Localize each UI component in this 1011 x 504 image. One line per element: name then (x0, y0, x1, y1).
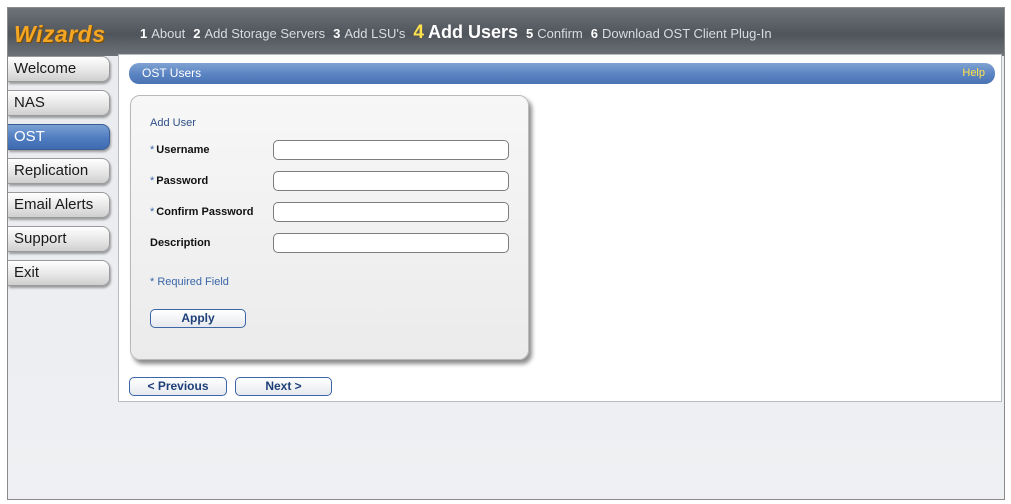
step-download-ost-client-plugin[interactable]: 6 Download OST Client Plug-In (591, 26, 772, 41)
step-confirm[interactable]: 5 Confirm (526, 26, 583, 41)
sidebar-item-nas[interactable]: NAS (8, 90, 110, 116)
step-label: Add Storage Servers (204, 26, 326, 41)
next-button[interactable]: Next > (235, 377, 332, 396)
required-marker: * (150, 206, 155, 218)
username-input[interactable] (273, 140, 509, 160)
wizard-header: Wizards 1 About 2 Add Storage Servers 3 … (8, 8, 1004, 56)
main-content: OST Users Help Add User * Username * Passw… (118, 54, 1002, 402)
sidebar-item-support[interactable]: Support (8, 226, 110, 252)
step-number: 4 (413, 22, 424, 43)
wizard-steps: 1 About 2 Add Storage Servers 3 Add LSU'… (140, 22, 780, 44)
previous-button[interactable]: < Previous (129, 377, 227, 396)
step-add-users[interactable]: 4 Add Users (413, 22, 518, 44)
description-row: Description (150, 233, 509, 253)
panel-title: OST Users (142, 66, 202, 80)
step-label: About (151, 26, 186, 41)
password-label: * Password (150, 175, 209, 187)
step-number: 5 (526, 26, 534, 41)
sidebar-item-ost[interactable]: OST (8, 124, 110, 150)
step-number: 1 (140, 26, 148, 41)
brand-logo: Wizards (14, 21, 106, 47)
sidebar-item-exit[interactable]: Exit (8, 260, 110, 286)
form-title: Add User (150, 117, 196, 129)
password-row: * Password (150, 171, 509, 191)
password-input[interactable] (273, 171, 509, 191)
sidebar-item-replication[interactable]: Replication (8, 158, 110, 184)
confirm-password-label: * Confirm Password (150, 206, 254, 218)
sidebar: Welcome NAS OST Replication Email Alerts… (8, 56, 113, 294)
required-marker: * (150, 175, 155, 187)
app-window: Wizards 1 About 2 Add Storage Servers 3 … (7, 7, 1005, 500)
confirm-password-input[interactable] (273, 202, 509, 222)
step-label: Add LSU's (344, 26, 406, 41)
step-number: 3 (333, 26, 341, 41)
help-link[interactable]: Help (962, 63, 985, 84)
username-row: * Username (150, 140, 509, 160)
apply-button[interactable]: Apply (150, 309, 246, 328)
confirm-password-row: * Confirm Password (150, 202, 509, 222)
panel-header: OST Users Help (129, 63, 995, 84)
description-label: Description (150, 237, 211, 249)
step-number: 6 (590, 26, 598, 41)
required-field-note: * Required Field (150, 276, 229, 288)
step-label: Add Users (427, 22, 518, 42)
step-add-lsus[interactable]: 3 Add LSU's (333, 26, 405, 41)
step-label: Confirm (537, 26, 583, 41)
description-input[interactable] (273, 233, 509, 253)
step-label: Download OST Client Plug-In (601, 26, 772, 41)
sidebar-item-welcome[interactable]: Welcome (8, 56, 110, 82)
sidebar-item-email-alerts[interactable]: Email Alerts (8, 192, 110, 218)
step-about[interactable]: 1 About (140, 26, 185, 41)
step-add-storage-servers[interactable]: 2 Add Storage Servers (193, 26, 325, 41)
username-label: * Username (150, 144, 210, 156)
step-number: 2 (193, 26, 201, 41)
required-marker: * (150, 144, 155, 156)
add-user-form: Add User * Username * Password * Confirm Pa… (130, 95, 529, 360)
